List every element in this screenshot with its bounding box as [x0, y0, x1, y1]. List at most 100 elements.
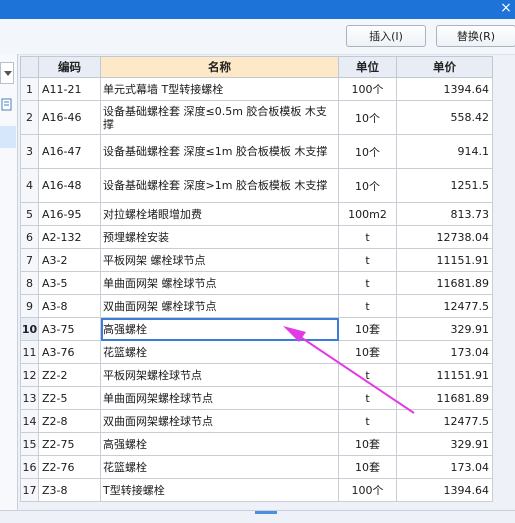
row-name[interactable]: 花篮螺栓 — [100, 455, 339, 479]
row-price[interactable]: 12477.5 — [396, 409, 493, 433]
row-number[interactable]: 16 — [20, 455, 39, 479]
row-code[interactable]: Z2-76 — [38, 455, 101, 479]
row-unit[interactable]: 10套 — [338, 340, 397, 364]
row-price[interactable]: 1394.64 — [396, 77, 493, 101]
row-code[interactable]: A3-2 — [38, 248, 101, 272]
document-icon[interactable] — [1, 98, 14, 111]
row-code[interactable]: Z2-75 — [38, 432, 101, 456]
row-unit[interactable]: 10个 — [338, 134, 397, 169]
row-code[interactable]: A3-5 — [38, 271, 101, 295]
row-code[interactable]: A16-95 — [38, 202, 101, 226]
table-row[interactable]: 13 Z2-5 单曲面网架螺栓球节点 t 11681.89 — [20, 386, 493, 410]
row-number[interactable]: 8 — [20, 271, 39, 295]
row-number[interactable]: 7 — [20, 248, 39, 272]
row-price[interactable]: 11681.89 — [396, 386, 493, 410]
chevron-down-icon[interactable] — [0, 62, 14, 84]
row-number[interactable]: 17 — [20, 478, 39, 502]
row-number[interactable]: 13 — [20, 386, 39, 410]
row-name[interactable]: 花篮螺栓 — [100, 340, 339, 364]
replace-button[interactable]: 替换(R) — [436, 25, 515, 47]
table-row[interactable]: 10 A3-75 高强螺栓 10套 329.91 — [20, 317, 493, 341]
row-price[interactable]: 558.42 — [396, 100, 493, 135]
row-unit[interactable]: 10套 — [338, 317, 397, 341]
row-code[interactable]: Z2-8 — [38, 409, 101, 433]
row-number[interactable]: 1 — [20, 77, 39, 101]
row-name[interactable]: T型转接螺栓 — [100, 478, 339, 502]
table-row[interactable]: 1 A11-21 单元式幕墙 T型转接螺栓 100个 1394.64 — [20, 77, 493, 101]
column-header-code[interactable]: 编码 — [38, 56, 101, 78]
row-name[interactable]: 设备基础螺栓套 深度≤1m 胶合板模板 木支撑 — [100, 134, 339, 169]
row-price[interactable]: 11151.91 — [396, 248, 493, 272]
row-name[interactable]: 设备基础螺栓套 深度≤0.5m 胶合板模板 木支撑 — [100, 100, 339, 135]
row-price[interactable]: 173.04 — [396, 455, 493, 479]
row-unit[interactable]: t — [338, 294, 397, 318]
row-price[interactable]: 329.91 — [396, 432, 493, 456]
row-code[interactable]: A3-8 — [38, 294, 101, 318]
table-row[interactable]: 14 Z2-8 双曲面网架螺栓球节点 t 12477.5 — [20, 409, 493, 433]
row-code[interactable]: Z3-8 — [38, 478, 101, 502]
row-price[interactable]: 12477.5 — [396, 294, 493, 318]
row-price[interactable]: 1251.5 — [396, 168, 493, 203]
row-unit[interactable]: 100m2 — [338, 202, 397, 226]
table-row[interactable]: 3 A16-47 设备基础螺栓套 深度≤1m 胶合板模板 木支撑 10个 914.1 — [20, 134, 493, 169]
row-price[interactable]: 11681.89 — [396, 271, 493, 295]
row-name[interactable]: 单曲面网架 螺栓球节点 — [100, 271, 339, 295]
row-unit[interactable]: 10套 — [338, 432, 397, 456]
table-row[interactable]: 16 Z2-76 花篮螺栓 10套 173.04 — [20, 455, 493, 479]
column-header-price[interactable]: 单价 — [396, 56, 493, 78]
column-header-name[interactable]: 名称 — [100, 56, 339, 78]
table-row[interactable]: 15 Z2-75 高强螺栓 10套 329.91 — [20, 432, 493, 456]
row-number[interactable]: 2 — [20, 100, 39, 135]
bottom-splitter[interactable] — [0, 510, 515, 523]
row-number[interactable]: 4 — [20, 168, 39, 203]
row-unit[interactable]: 10个 — [338, 168, 397, 203]
row-name[interactable]: 设备基础螺栓套 深度>1m 胶合板模板 木支撑 — [100, 168, 339, 203]
splitter-grip[interactable] — [255, 511, 277, 514]
row-price[interactable]: 914.1 — [396, 134, 493, 169]
row-unit[interactable]: 10套 — [338, 455, 397, 479]
row-price[interactable]: 813.73 — [396, 202, 493, 226]
table-row[interactable]: 5 A16-95 对拉螺栓堵眼增加费 100m2 813.73 — [20, 202, 493, 226]
row-name[interactable]: 高强螺栓 — [100, 317, 339, 341]
left-panel-selected-item[interactable] — [0, 126, 16, 148]
row-name[interactable]: 平板网架螺栓球节点 — [100, 363, 339, 387]
row-price[interactable]: 12738.04 — [396, 225, 493, 249]
column-header-unit[interactable]: 单位 — [338, 56, 397, 78]
table-row[interactable]: 17 Z3-8 T型转接螺栓 100个 1394.64 — [20, 478, 493, 502]
row-unit[interactable]: t — [338, 225, 397, 249]
row-code[interactable]: A2-132 — [38, 225, 101, 249]
row-unit[interactable]: t — [338, 409, 397, 433]
table-row[interactable]: 7 A3-2 平板网架 螺栓球节点 t 11151.91 — [20, 248, 493, 272]
row-price[interactable]: 11151.91 — [396, 363, 493, 387]
table-row[interactable]: 6 A2-132 预埋螺栓安装 t 12738.04 — [20, 225, 493, 249]
row-unit[interactable]: t — [338, 386, 397, 410]
row-unit[interactable]: t — [338, 271, 397, 295]
table-row[interactable]: 12 Z2-2 平板网架螺栓球节点 t 11151.91 — [20, 363, 493, 387]
row-code[interactable]: Z2-5 — [38, 386, 101, 410]
table-row[interactable]: 11 A3-76 花篮螺栓 10套 173.04 — [20, 340, 493, 364]
row-price[interactable]: 173.04 — [396, 340, 493, 364]
row-code[interactable]: A16-46 — [38, 100, 101, 135]
row-name[interactable]: 双曲面网架螺栓球节点 — [100, 409, 339, 433]
row-name[interactable]: 单曲面网架螺栓球节点 — [100, 386, 339, 410]
row-code[interactable]: A3-76 — [38, 340, 101, 364]
row-code[interactable]: A3-75 — [38, 317, 101, 341]
row-price[interactable]: 1394.64 — [396, 478, 493, 502]
row-number[interactable]: 9 — [20, 294, 39, 318]
row-number[interactable]: 3 — [20, 134, 39, 169]
table-row[interactable]: 8 A3-5 单曲面网架 螺栓球节点 t 11681.89 — [20, 271, 493, 295]
row-number[interactable]: 12 — [20, 363, 39, 387]
row-code[interactable]: A11-21 — [38, 77, 101, 101]
row-code[interactable]: Z2-2 — [38, 363, 101, 387]
row-unit[interactable]: 100个 — [338, 478, 397, 502]
row-unit[interactable]: 100个 — [338, 77, 397, 101]
row-name[interactable]: 平板网架 螺栓球节点 — [100, 248, 339, 272]
row-name[interactable]: 预埋螺栓安装 — [100, 225, 339, 249]
row-name[interactable]: 双曲面网架 螺栓球节点 — [100, 294, 339, 318]
row-code[interactable]: A16-48 — [38, 168, 101, 203]
table-row[interactable]: 2 A16-46 设备基础螺栓套 深度≤0.5m 胶合板模板 木支撑 10个 558.4… — [20, 100, 493, 135]
row-number[interactable]: 6 — [20, 225, 39, 249]
row-name[interactable]: 高强螺栓 — [100, 432, 339, 456]
row-name[interactable]: 单元式幕墙 T型转接螺栓 — [100, 77, 339, 101]
insert-button[interactable]: 插入(I) — [346, 25, 426, 47]
